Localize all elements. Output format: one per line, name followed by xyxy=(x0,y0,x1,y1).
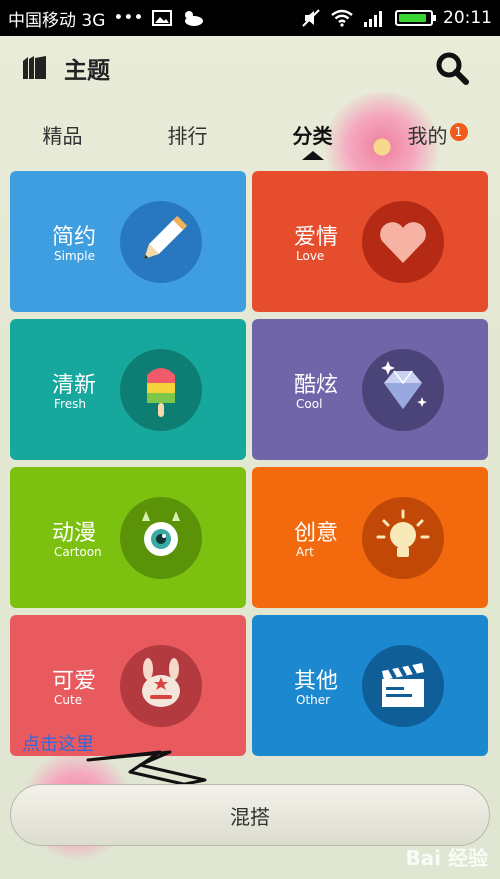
watermark: Bai 经验 xyxy=(405,846,488,870)
lightning-arrow-annotation xyxy=(86,750,282,810)
mix-button[interactable]: 混搭 xyxy=(10,784,490,846)
mix-label: 混搭 xyxy=(230,804,270,829)
